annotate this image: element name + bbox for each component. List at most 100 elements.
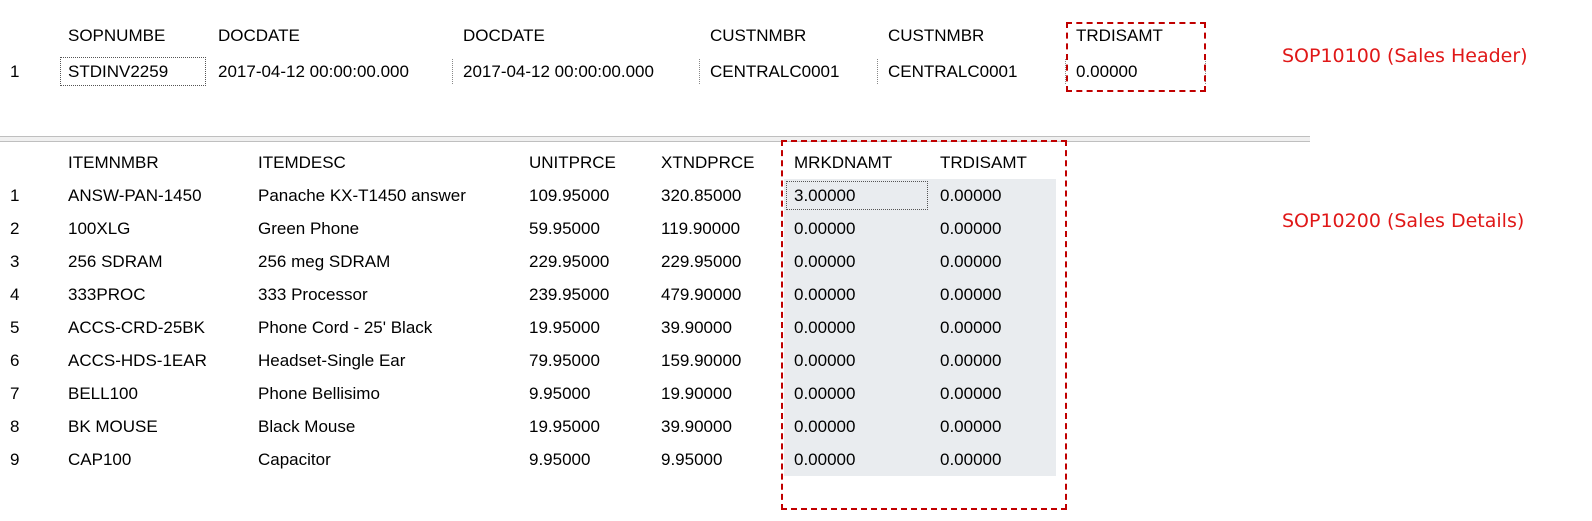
column-header[interactable]: DOCDATE [453,22,700,49]
detail-rows: 1 ANSW-PAN-1450 Panache KX-T1450 answer 109… [0,179,1056,476]
table-cell[interactable]: 333PROC [58,278,248,311]
table-cell[interactable]: 9.95000 [519,377,651,410]
table-cell[interactable]: 256 SDRAM [58,245,248,278]
table-cell[interactable]: 479.90000 [651,278,784,311]
column-header[interactable]: MRKDNAMT [784,146,930,179]
table-row[interactable]: 2 100XLG Green Phone 59.95000 119.90000 0.000… [0,212,1056,245]
table-cell[interactable]: 0.00000 [784,377,930,410]
table-cell[interactable]: 0.00000 [930,212,1056,245]
table-cell[interactable]: BK MOUSE [58,410,248,443]
column-header[interactable]: ITEMDESC [248,146,519,179]
row-number[interactable]: 9 [0,443,58,476]
table-cell[interactable]: 0.00000 [784,278,930,311]
row-number[interactable]: 2 [0,212,58,245]
table-cell[interactable]: CENTRALC0001 [700,55,878,88]
table-cell[interactable]: CENTRALC0001 [878,55,1066,88]
table-row[interactable]: 3 256 SDRAM 256 meg SDRAM 229.95000 229.9500… [0,245,1056,278]
table-row[interactable]: 9 CAP100 Capacitor 9.95000 9.95000 0.00000 0.0… [0,443,1056,476]
table-cell[interactable]: 0.00000 [930,278,1056,311]
table-cell[interactable]: 320.85000 [651,179,784,212]
table-cell[interactable]: 59.95000 [519,212,651,245]
column-header[interactable]: TRDISAMT [930,146,1056,179]
table-cell[interactable]: Panache KX-T1450 answer [248,179,519,212]
table-cell[interactable]: ACCS-HDS-1EAR [58,344,248,377]
table-cell[interactable]: STDINV2259 [58,55,208,88]
table-cell[interactable]: 109.95000 [519,179,651,212]
row-number[interactable]: 1 [0,55,58,88]
sales-details-annotation: SOP10200 (Sales Details) [1282,210,1525,232]
table-cell[interactable]: 159.90000 [651,344,784,377]
row-number[interactable]: 4 [0,278,58,311]
table-cell[interactable]: 0.00000 [1066,55,1206,88]
table-cell[interactable]: 0.00000 [930,377,1056,410]
table-cell[interactable]: 0.00000 [930,344,1056,377]
table-cell[interactable]: 39.90000 [651,311,784,344]
table-cell[interactable]: Phone Cord - 25' Black [248,311,519,344]
table-cell[interactable]: Green Phone [248,212,519,245]
results-splitter[interactable] [0,136,1310,142]
table-cell[interactable]: ANSW-PAN-1450 [58,179,248,212]
row-number[interactable]: 3 [0,245,58,278]
header-grid-column-headers: SOPNUMBE DOCDATE DOCDATE CUSTNMBR CUSTNM… [0,22,1206,55]
row-number[interactable]: 7 [0,377,58,410]
table-row[interactable]: 4 333PROC 333 Processor 239.95000 479.90000 0… [0,278,1056,311]
table-cell[interactable]: 229.95000 [651,245,784,278]
table-cell[interactable]: 0.00000 [784,311,930,344]
query-results-pane: SOPNUMBE DOCDATE DOCDATE CUSTNMBR CUSTNM… [0,0,1592,521]
column-header[interactable]: UNITPRCE [519,146,651,179]
row-number-header [0,146,58,179]
table-row[interactable]: 6 ACCS-HDS-1EAR Headset-Single Ear 79.95000… [0,344,1056,377]
table-row[interactable]: 5 ACCS-CRD-25BK Phone Cord - 25' Black 19.9… [0,311,1056,344]
table-cell[interactable]: 119.90000 [651,212,784,245]
table-cell[interactable]: 0.00000 [784,410,930,443]
table-cell[interactable]: CAP100 [58,443,248,476]
table-cell[interactable]: 100XLG [58,212,248,245]
table-cell[interactable]: 19.90000 [651,377,784,410]
table-cell[interactable]: 19.95000 [519,311,651,344]
table-cell[interactable]: Headset-Single Ear [248,344,519,377]
table-cell[interactable]: 0.00000 [784,443,930,476]
table-cell[interactable]: 333 Processor [248,278,519,311]
table-cell[interactable]: 0.00000 [930,311,1056,344]
column-header[interactable]: CUSTNMBR [700,22,878,49]
sales-header-annotation: SOP10100 (Sales Header) [1282,45,1528,67]
table-cell[interactable]: 2017-04-12 00:00:00.000 [208,55,453,88]
column-header[interactable]: ITEMNMBR [58,146,248,179]
column-header[interactable]: DOCDATE [208,22,453,49]
column-header[interactable]: CUSTNMBR [878,22,1066,49]
table-cell[interactable]: ACCS-CRD-25BK [58,311,248,344]
table-cell[interactable]: 0.00000 [784,245,930,278]
table-cell[interactable]: 0.00000 [930,410,1056,443]
column-header[interactable]: XTNDPRCE [651,146,784,179]
row-number[interactable]: 1 [0,179,58,212]
row-number[interactable]: 6 [0,344,58,377]
table-row[interactable]: 8 BK MOUSE Black Mouse 19.95000 39.90000 0.00… [0,410,1056,443]
table-cell[interactable]: Capacitor [248,443,519,476]
table-cell[interactable]: Phone Bellisimo [248,377,519,410]
table-row[interactable]: 1 STDINV2259 2017-04-12 00:00:00.000 201… [0,55,1206,88]
table-cell[interactable]: 0.00000 [930,443,1056,476]
table-cell[interactable]: 9.95000 [651,443,784,476]
row-number[interactable]: 5 [0,311,58,344]
sales-header-results-grid: SOPNUMBE DOCDATE DOCDATE CUSTNMBR CUSTNM… [0,22,1206,88]
table-cell[interactable]: 239.95000 [519,278,651,311]
table-cell[interactable]: 79.95000 [519,344,651,377]
row-number[interactable]: 8 [0,410,58,443]
table-row[interactable]: 7 BELL100 Phone Bellisimo 9.95000 19.90000 0.… [0,377,1056,410]
table-cell[interactable]: Black Mouse [248,410,519,443]
table-cell[interactable]: 229.95000 [519,245,651,278]
column-header[interactable]: TRDISAMT [1066,22,1206,49]
table-cell[interactable]: 3.00000 [784,179,930,212]
table-cell[interactable]: BELL100 [58,377,248,410]
column-header[interactable]: SOPNUMBE [58,22,208,49]
table-cell[interactable]: 0.00000 [784,212,930,245]
table-cell[interactable]: 0.00000 [784,344,930,377]
table-cell[interactable]: 256 meg SDRAM [248,245,519,278]
table-cell[interactable]: 0.00000 [930,245,1056,278]
table-row[interactable]: 1 ANSW-PAN-1450 Panache KX-T1450 answer 109… [0,179,1056,212]
table-cell[interactable]: 2017-04-12 00:00:00.000 [453,55,700,88]
table-cell[interactable]: 0.00000 [930,179,1056,212]
table-cell[interactable]: 39.90000 [651,410,784,443]
table-cell[interactable]: 9.95000 [519,443,651,476]
table-cell[interactable]: 19.95000 [519,410,651,443]
